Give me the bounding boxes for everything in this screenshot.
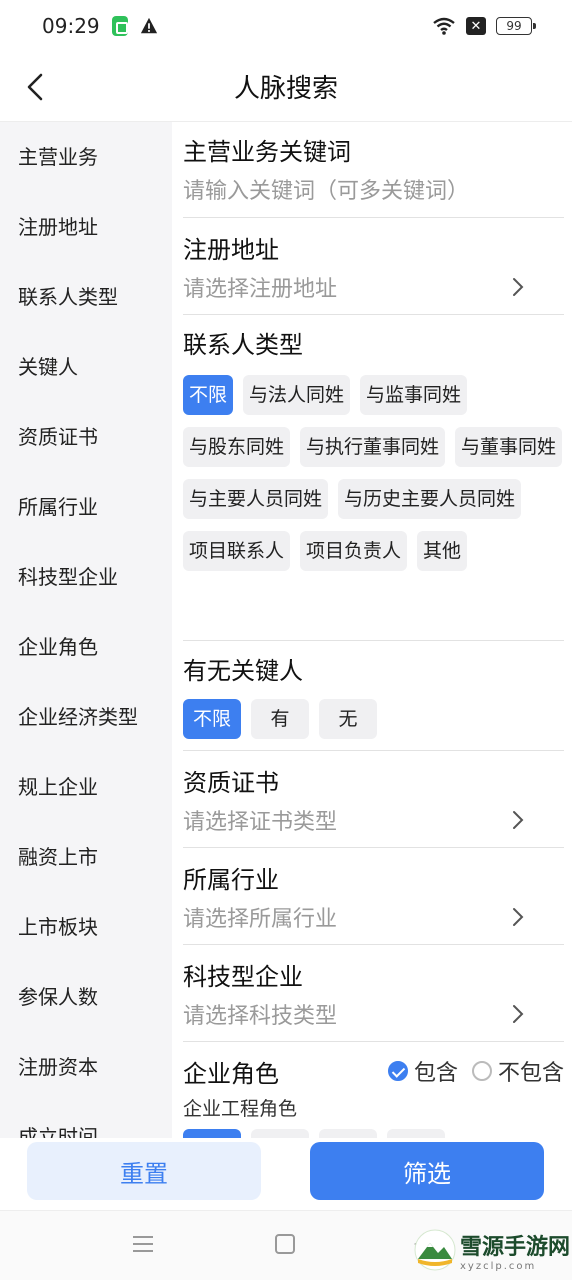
sidebar-item-role[interactable]: 企业角色 — [0, 612, 172, 682]
chevron-right-icon — [513, 908, 524, 926]
chip-option[interactable]: 项目负责人 — [300, 531, 408, 571]
chip-option[interactable]: 与股东同姓 — [183, 427, 291, 467]
section-industry: 所属行业 请选择所属行业 — [183, 848, 564, 945]
section-title: 有无关键人 — [183, 657, 303, 685]
section-title: 所属行业 — [183, 866, 279, 894]
chip-option[interactable]: 有 — [251, 699, 309, 739]
input-placeholder: 请选择所属行业 — [183, 907, 338, 932]
radio-include[interactable]: 包含 — [387, 1055, 458, 1087]
section-certificate: 资质证书 请选择证书类型 — [183, 751, 564, 848]
watermark-text: 雪源手游网 xyzclp.com — [460, 1229, 570, 1272]
action-bar: 重置 筛选 — [0, 1138, 572, 1208]
sidebar-item-contact-type[interactable]: 联系人类型 — [0, 262, 172, 332]
role-header: 企业角色 包含 不包含 — [183, 1052, 564, 1090]
sidebar-item-address[interactable]: 注册地址 — [0, 192, 172, 262]
watermark-url: xyzclp.com — [460, 1260, 537, 1272]
chip-option[interactable]: 与主要人员同姓 — [183, 479, 329, 519]
radio-label: 不包含 — [497, 1061, 564, 1086]
app-notification-icon — [111, 16, 128, 36]
tech-selector[interactable]: 请选择科技类型 — [183, 993, 564, 1035]
chip-option[interactable]: 不限 — [183, 699, 241, 739]
chip-option[interactable]: 不限 — [183, 375, 234, 415]
sim-off-icon: ✕ — [466, 17, 486, 35]
sidebar-item-business[interactable]: 主营业务 — [0, 122, 172, 192]
chip-option[interactable]: 与执行董事同姓 — [300, 427, 446, 467]
section-tech: 科技型企业 请选择科技类型 — [183, 945, 564, 1042]
radio-label: 包含 — [413, 1061, 458, 1086]
section-title: 主营业务关键词 — [183, 138, 351, 166]
role-include-toggle: 包含 不包含 — [387, 1055, 564, 1087]
sidebar-item-certificate[interactable]: 资质证书 — [0, 402, 172, 472]
status-bar: 09:29 ✕ 99 — [0, 0, 572, 52]
role-subtitle: 企业工程角色 — [183, 1098, 298, 1120]
radio-unchecked-icon — [471, 1061, 492, 1081]
sidebar-item-industry[interactable]: 所属行业 — [0, 472, 172, 542]
chevron-right-icon — [513, 811, 524, 829]
wifi-icon — [433, 17, 455, 35]
contact-type-options: 不限 与法人同姓 与监事同姓 与股东同姓 与执行董事同姓 与董事同姓 与主要人员… — [183, 375, 564, 571]
page-title: 人脉搜索 — [233, 74, 338, 104]
sidebar-item-economy-type[interactable]: 企业经济类型 — [0, 682, 172, 752]
status-right: ✕ 99 — [432, 16, 536, 36]
warning-icon — [140, 17, 157, 34]
chevron-left-icon — [27, 73, 43, 101]
section-title: 科技型企业 — [183, 963, 303, 991]
status-left: 09:29 — [42, 14, 158, 38]
chip-option[interactable]: 与监事同姓 — [360, 375, 468, 415]
watermark-logo: 雪源手游网 xyzclp.com — [414, 1222, 572, 1278]
chevron-right-icon — [513, 1005, 524, 1023]
chevron-right-icon — [513, 278, 524, 296]
status-time: 09:29 — [42, 14, 100, 38]
filter-button[interactable]: 筛选 — [310, 1142, 544, 1200]
section-title: 注册地址 — [183, 236, 279, 264]
section-address: 注册地址 请选择注册地址 — [183, 218, 564, 315]
sidebar-item-insured[interactable]: 参保人数 — [0, 962, 172, 1032]
input-placeholder: 请输入关键词（可多关键词） — [183, 179, 470, 204]
battery-icon: 99 — [496, 17, 536, 35]
section-title: 资质证书 — [183, 769, 279, 797]
sidebar-item-founded[interactable]: 成立时间 — [0, 1102, 172, 1140]
radio-checked-icon — [387, 1061, 408, 1081]
section-key-person: 有无关键人 不限 有 无 — [183, 641, 564, 751]
section-contact-type: 联系人类型 不限 与法人同姓 与监事同姓 与股东同姓 与执行董事同姓 与董事同姓… — [183, 315, 564, 641]
business-keyword-input[interactable]: 请输入关键词（可多关键词） — [183, 168, 564, 210]
chip-option[interactable]: 与董事同姓 — [455, 427, 563, 467]
sidebar: 主营业务 注册地址 联系人类型 关键人 资质证书 所属行业 科技型企业 企业角色… — [0, 122, 172, 1140]
chip-option[interactable]: 项目联系人 — [183, 531, 291, 571]
section-title: 企业角色 — [183, 1059, 279, 1088]
section-role: 企业角色 包含 不包含 企业工程角色 — [183, 1042, 564, 1140]
industry-selector[interactable]: 请选择所属行业 — [183, 896, 564, 938]
radio-exclude[interactable]: 不包含 — [471, 1055, 564, 1087]
home-icon[interactable] — [274, 1233, 296, 1255]
chip-option[interactable]: 无 — [319, 699, 377, 739]
sidebar-item-above-scale[interactable]: 规上企业 — [0, 752, 172, 822]
back-button[interactable] — [18, 70, 52, 104]
sidebar-item-financing[interactable]: 融资上市 — [0, 822, 172, 892]
sidebar-item-board[interactable]: 上市板块 — [0, 892, 172, 962]
chip-option[interactable]: 其他 — [417, 531, 468, 571]
key-person-options: 不限 有 无 — [183, 699, 564, 739]
certificate-selector[interactable]: 请选择证书类型 — [183, 799, 564, 841]
sidebar-item-tech[interactable]: 科技型企业 — [0, 542, 172, 612]
reset-button[interactable]: 重置 — [27, 1142, 261, 1200]
address-selector[interactable]: 请选择注册地址 — [183, 266, 564, 308]
sidebar-item-capital[interactable]: 注册资本 — [0, 1032, 172, 1102]
input-placeholder: 请选择注册地址 — [183, 277, 338, 302]
input-placeholder: 请选择科技类型 — [183, 1004, 338, 1029]
sidebar-item-key-person[interactable]: 关键人 — [0, 332, 172, 402]
watermark-title: 雪源手游网 — [460, 1233, 571, 1260]
section-business: 主营业务关键词 请输入关键词（可多关键词） — [183, 122, 564, 218]
input-placeholder: 请选择证书类型 — [183, 810, 338, 835]
chip-option[interactable]: 与历史主要人员同姓 — [338, 479, 522, 519]
filter-panel: 主营业务关键词 请输入关键词（可多关键词） 注册地址 请选择注册地址 联系人类型… — [172, 122, 572, 1140]
chip-option[interactable]: 与法人同姓 — [243, 375, 351, 415]
header: 人脉搜索 — [0, 52, 572, 122]
section-title: 联系人类型 — [183, 331, 303, 359]
mountain-logo-icon — [414, 1229, 456, 1271]
menu-icon[interactable] — [132, 1233, 154, 1255]
